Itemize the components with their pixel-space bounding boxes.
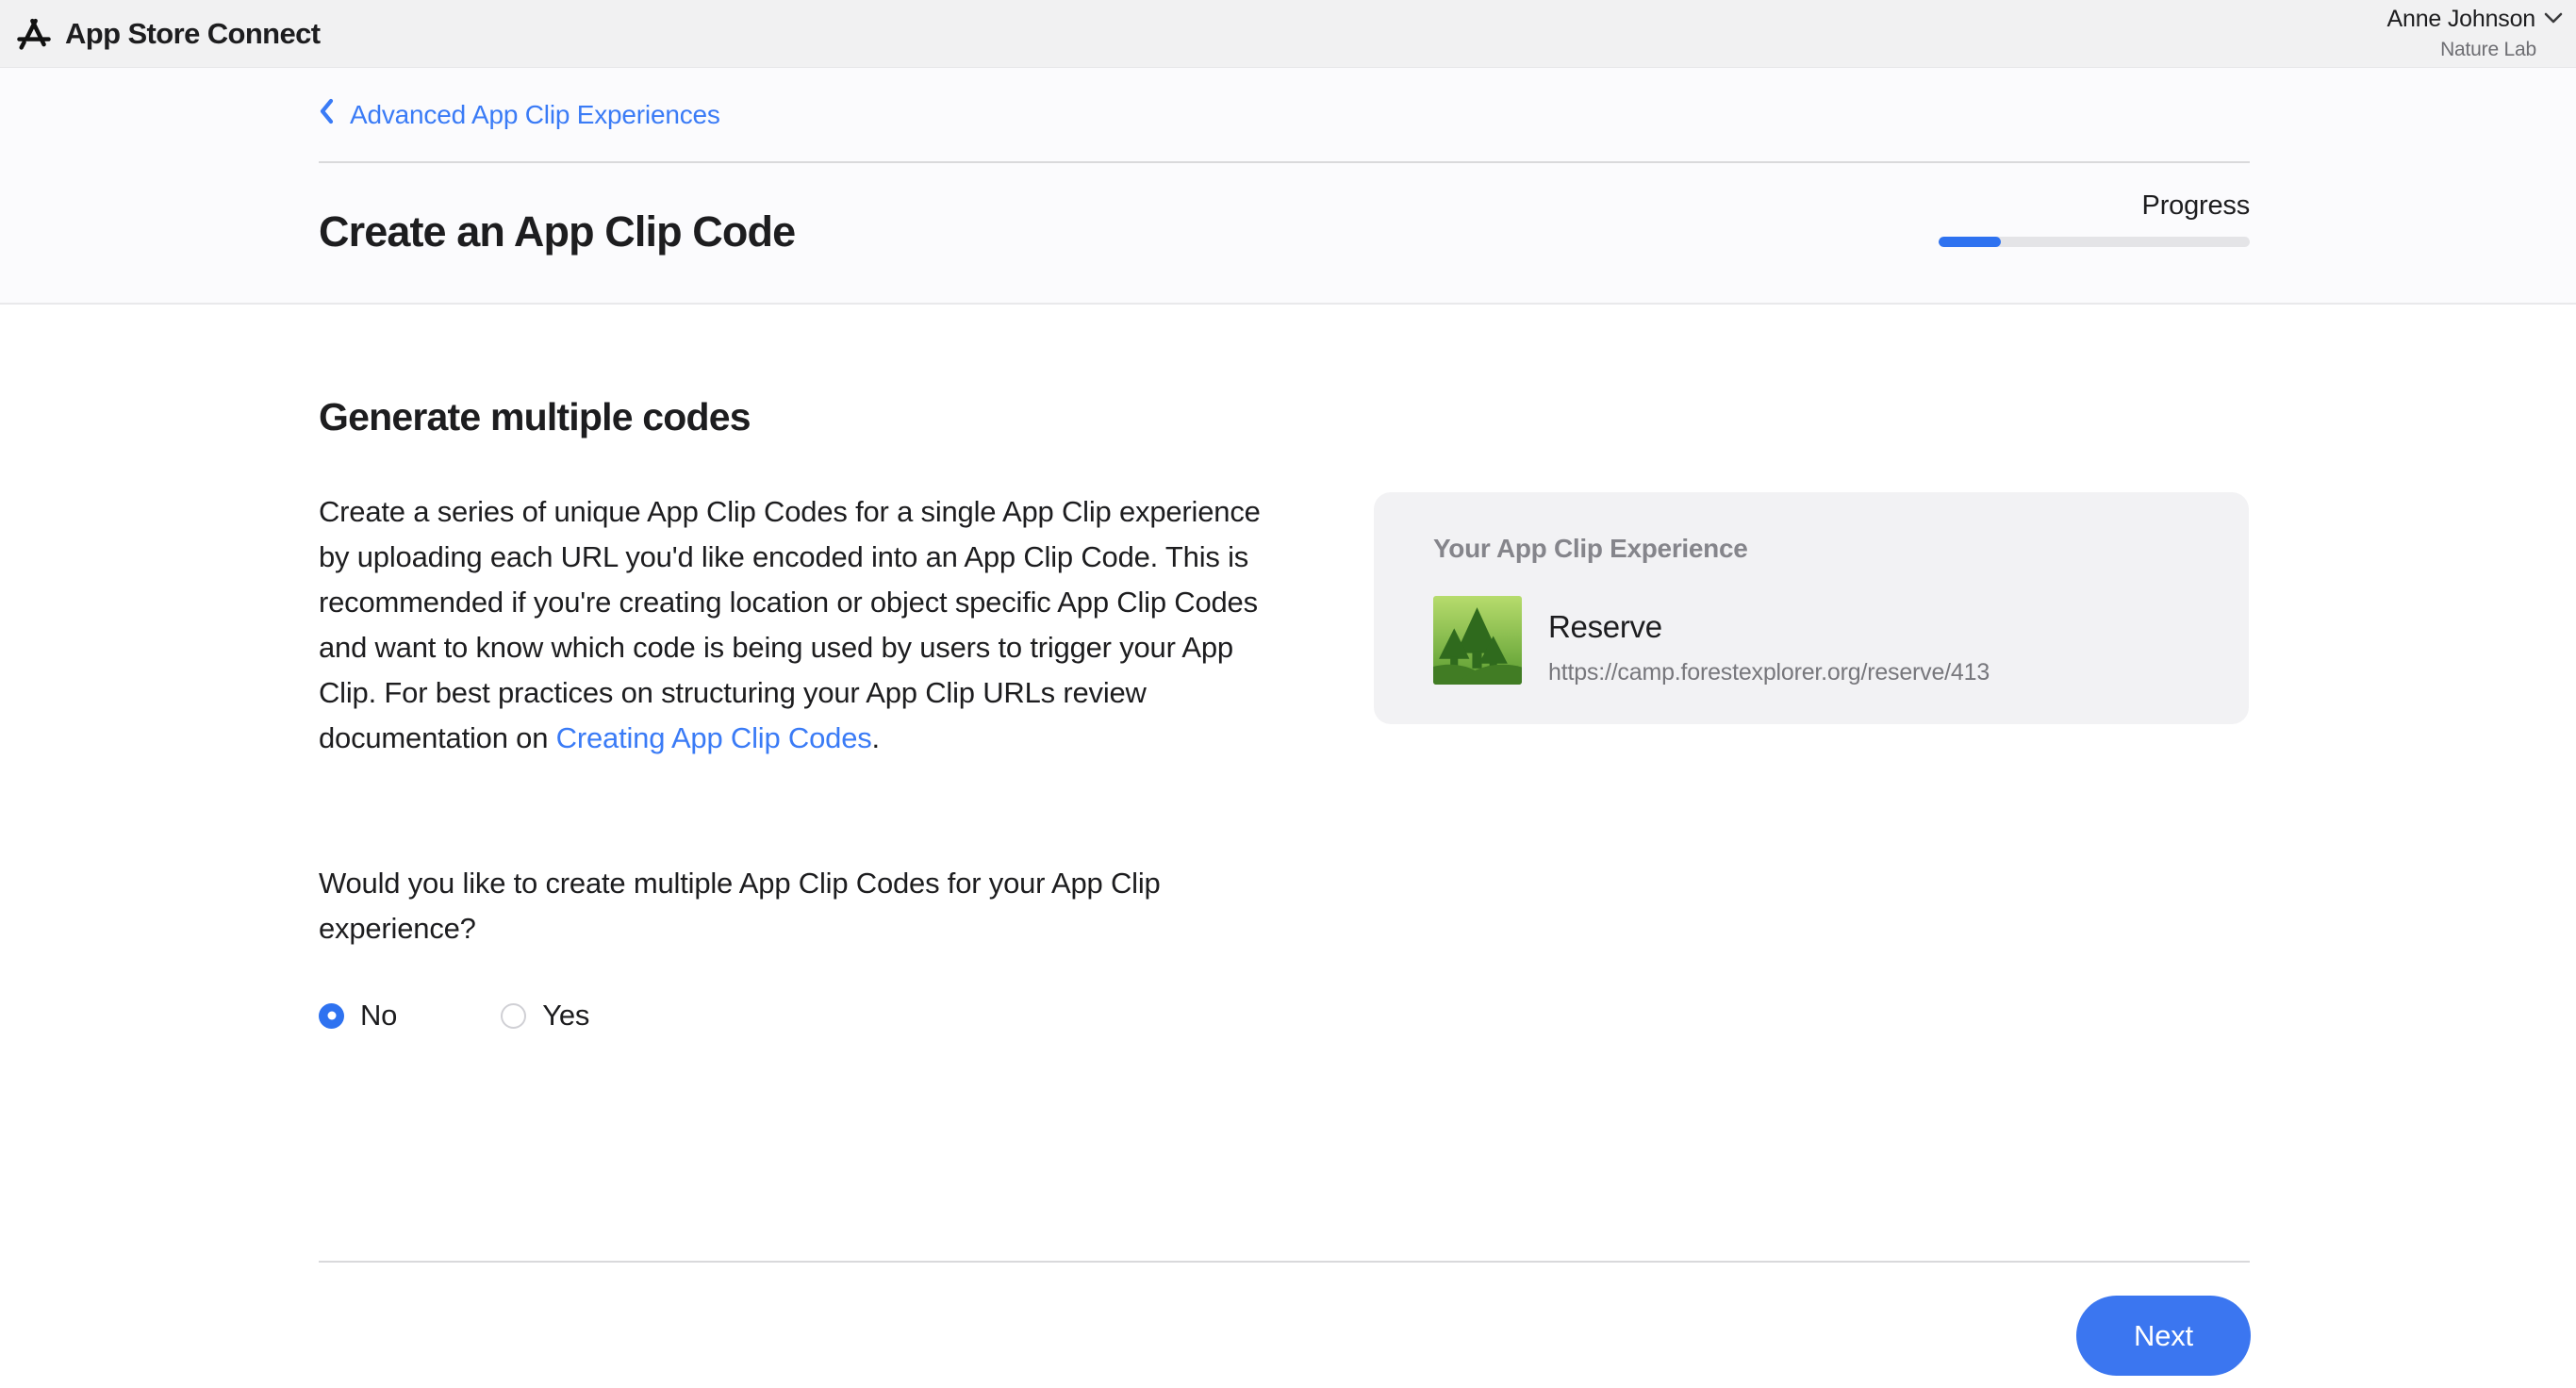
radio-label-no: No	[360, 999, 397, 1033]
progress-label: Progress	[2142, 190, 2250, 222]
account-team-name: Nature Lab	[2440, 40, 2563, 59]
account-user-name: Anne Johnson	[2387, 8, 2535, 31]
progress-fill	[1939, 237, 2001, 247]
back-link-label: Advanced App Clip Experiences	[350, 100, 720, 130]
radio-circle-yes[interactable]	[501, 1003, 526, 1029]
forest-trees-icon	[1433, 596, 1522, 685]
chevron-down-icon	[2544, 11, 2563, 28]
page-title: Create an App Clip Code	[319, 207, 795, 256]
progress-indicator: Progress	[1939, 190, 2250, 247]
experience-row: Reserve https://camp.forestexplorer.org/…	[1433, 596, 2211, 686]
main-content: Generate multiple codes Create a series …	[0, 305, 2576, 1388]
description-after-link: .	[872, 721, 880, 754]
description-before-link: Create a series of unique App Clip Codes…	[319, 495, 1261, 754]
radio-group: No Yes	[319, 999, 589, 1033]
question-text: Would you like to create multiple App Cl…	[319, 861, 1266, 951]
experience-card-title: Your App Clip Experience	[1433, 534, 2211, 564]
app-title: App Store Connect	[65, 17, 321, 51]
top-bar: App Store Connect Anne Johnson Nature La…	[0, 0, 2576, 68]
app-store-connect-brand: App Store Connect	[15, 15, 321, 53]
progress-track	[1939, 237, 2250, 247]
app-clip-name: Reserve	[1548, 608, 1990, 646]
description-text: Create a series of unique App Clip Codes…	[319, 489, 1266, 761]
next-button[interactable]: Next	[2076, 1296, 2251, 1376]
creating-app-clip-codes-link[interactable]: Creating App Clip Codes	[556, 721, 872, 754]
radio-option-no[interactable]: No	[319, 999, 397, 1033]
radio-label-yes: Yes	[542, 999, 589, 1033]
chevron-left-icon	[319, 98, 334, 131]
radio-option-yes[interactable]: Yes	[501, 999, 589, 1033]
app-store-icon	[15, 15, 53, 53]
section-title: Generate multiple codes	[319, 395, 751, 439]
app-clip-url: https://camp.forestexplorer.org/reserve/…	[1548, 658, 1990, 686]
account-menu[interactable]: Anne Johnson Nature Lab	[2387, 8, 2563, 59]
footer-divider	[319, 1261, 2250, 1263]
header-divider	[319, 161, 2250, 163]
experience-text: Reserve https://camp.forestexplorer.org/…	[1548, 596, 1990, 686]
radio-circle-no[interactable]	[319, 1003, 344, 1029]
page-header: Advanced App Clip Experiences Create an …	[0, 68, 2576, 305]
app-clip-experience-card: Your App Clip Experience	[1374, 492, 2249, 724]
back-link[interactable]: Advanced App Clip Experiences	[319, 98, 720, 131]
